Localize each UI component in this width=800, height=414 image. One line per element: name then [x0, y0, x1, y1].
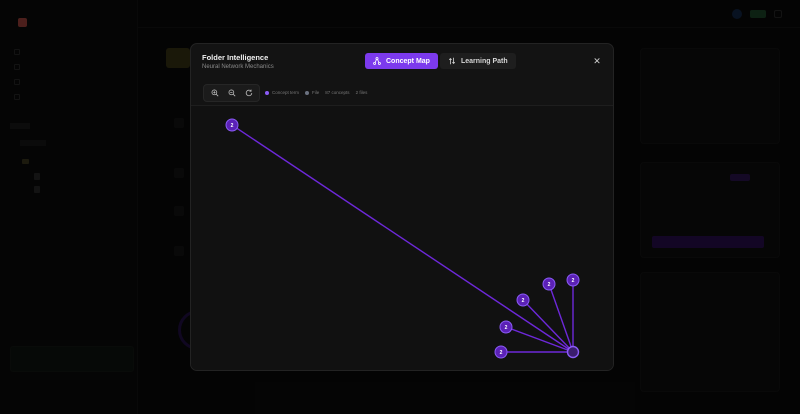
files-count: 2 files [355, 90, 368, 95]
zoom-controls [203, 84, 260, 102]
tab-concept-map-label: Concept Map [386, 57, 430, 65]
concept-map-icon [373, 57, 381, 65]
zoom-in-button[interactable] [207, 87, 222, 100]
legend-label-file: File [312, 90, 320, 95]
legend-item-file: File [305, 90, 319, 95]
close-icon[interactable]: ✕ [592, 56, 602, 66]
legend-label-concept: Concept term [272, 90, 300, 95]
zoom-out-icon [228, 89, 235, 97]
concept-node[interactable]: 2 [225, 118, 239, 132]
concept-node-label: 2 [505, 325, 508, 331]
modal-title: Folder Intelligence [202, 53, 269, 62]
view-switcher: Concept Map Learning Path [365, 53, 516, 69]
tab-learning-path[interactable]: Learning Path [439, 53, 516, 69]
tab-concept-map[interactable]: Concept Map [365, 53, 438, 69]
modal-header: Folder Intelligence Neural Network Mecha… [191, 44, 613, 79]
tab-learning-path-label: Learning Path [460, 57, 508, 65]
concept-node[interactable]: 2 [516, 293, 530, 307]
graph-legend: Concept term File 87 concepts 2 files [265, 90, 367, 95]
modal-subtitle: Neural Network Mechanics [202, 64, 274, 70]
legend-dot-file [305, 90, 310, 95]
concept-node[interactable]: 2 [499, 320, 513, 334]
legend-dot-concept [265, 90, 269, 95]
graph-toolbar: Concept term File 87 concepts 2 files [191, 79, 613, 106]
file-hub-node[interactable] [566, 345, 580, 359]
folder-intelligence-modal: Folder Intelligence Neural Network Mecha… [190, 43, 614, 371]
zoom-out-button[interactable] [224, 87, 239, 100]
concept-node-label: 2 [522, 298, 525, 304]
concept-node[interactable]: 2 [566, 273, 580, 287]
graph-edge [522, 299, 574, 353]
learning-path-icon [448, 57, 456, 65]
graph-edge [505, 326, 574, 353]
concept-node-label: 2 [548, 282, 551, 288]
graph-edges [231, 124, 574, 353]
concept-node-label: 2 [572, 278, 575, 284]
zoom-in-icon [211, 89, 218, 97]
concept-node[interactable]: 2 [494, 345, 508, 359]
concepts-count: 87 concepts [325, 90, 350, 95]
reset-view-button[interactable] [241, 87, 256, 100]
concept-node-label: 2 [500, 350, 503, 356]
legend-item-concept: Concept term [265, 90, 299, 95]
reset-icon [245, 89, 252, 97]
graph-edge [231, 124, 574, 353]
concept-graph[interactable]: 2 2 2 2 2 2 [191, 106, 614, 371]
concept-node[interactable]: 2 [542, 277, 556, 291]
graph-edge [548, 283, 574, 353]
concept-node-label: 2 [231, 123, 234, 129]
app-window: Folder Intelligence Neural Network Mecha… [0, 0, 800, 414]
concept-map-canvas[interactable]: 2 2 2 2 2 2 [191, 106, 614, 371]
